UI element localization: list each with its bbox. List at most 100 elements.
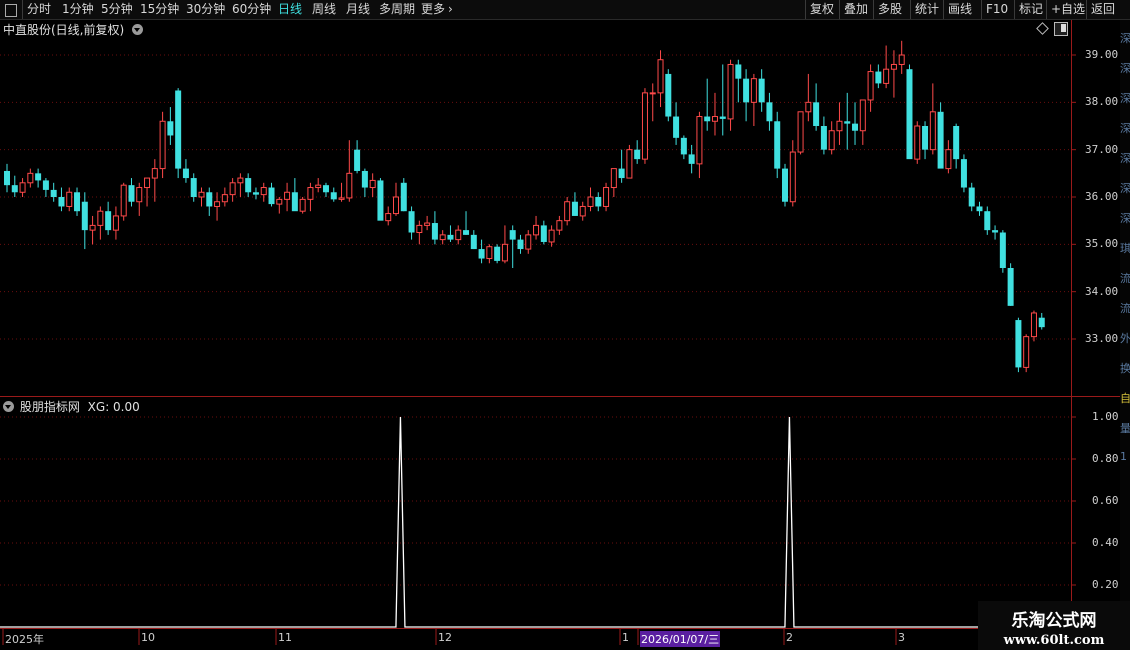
candle-body-up: [424, 222, 431, 226]
side-info-strip: 深深深 深深深 深琪流 流外换 自量1: [1120, 20, 1130, 630]
candle-body-down: [128, 185, 135, 202]
candle-body-down: [463, 230, 470, 235]
toolbar-button-8[interactable]: 返回: [1091, 1, 1115, 18]
candle-body-down: [758, 78, 765, 103]
candle-body-down: [673, 116, 680, 138]
candle-body-up: [439, 234, 446, 241]
crosshair-date-label: 2026/01/07/三: [640, 631, 721, 647]
candle-body-up: [276, 198, 283, 205]
toolbar-button-4[interactable]: 画线: [948, 1, 972, 18]
candle-body-down: [719, 116, 726, 119]
indicator-tick-label: 0.80: [1092, 452, 1119, 465]
candle-body-down: [1015, 320, 1022, 368]
candle-body-down: [766, 102, 773, 122]
candle-body-down: [517, 239, 524, 250]
toolbar-button-2[interactable]: 多股: [878, 1, 902, 18]
candle-body-down: [571, 201, 578, 216]
candle-body-up: [587, 196, 594, 207]
candle-body-up: [828, 130, 835, 151]
toolbar-button-7[interactable]: +自选: [1051, 1, 1085, 18]
toolbar-button-0[interactable]: 复权: [810, 1, 834, 18]
period-tab-0[interactable]: 分时: [27, 1, 51, 18]
date-label: 12: [438, 631, 452, 644]
candle-body-down: [704, 116, 711, 122]
window-toggle-icon[interactable]: [1054, 22, 1068, 36]
candle-body-down: [634, 149, 641, 160]
candle-body-down: [688, 154, 695, 164]
candle-body-up: [66, 191, 73, 207]
candle-body-down: [81, 201, 88, 231]
candle-body-down: [470, 234, 477, 250]
candle-body-down: [813, 102, 820, 126]
candle-body-down: [1007, 268, 1014, 306]
period-tab-4[interactable]: 30分钟: [186, 1, 225, 18]
candle-body-up: [299, 198, 306, 212]
diamond-icon[interactable]: [1036, 22, 1049, 35]
candle-body-up: [657, 59, 664, 94]
candle-body-down: [175, 90, 182, 169]
candle-body-up: [867, 71, 874, 101]
period-tab-1[interactable]: 1分钟: [62, 1, 94, 18]
price-tick-label: 33.00: [1085, 332, 1119, 345]
chevron-down-icon[interactable]: [3, 401, 14, 412]
candle-body-down: [852, 123, 859, 131]
period-tab-8[interactable]: 月线: [346, 1, 370, 18]
candle-body-up: [859, 99, 866, 132]
candle-body-up: [136, 187, 143, 203]
candle-body-up: [501, 243, 508, 262]
candle-body-down: [937, 111, 944, 169]
candle-body-down: [58, 197, 65, 207]
period-tab-3[interactable]: 15分钟: [140, 1, 179, 18]
candle-body-up: [112, 215, 119, 231]
candle-body-down: [182, 168, 189, 179]
candle-body-up: [159, 120, 166, 170]
candle-body-up: [315, 184, 322, 189]
candle-body-down: [875, 71, 882, 84]
candle-body-down: [74, 192, 81, 212]
date-label: 10: [141, 631, 155, 644]
candle-body-up: [883, 68, 890, 84]
candle-body-down: [680, 137, 687, 155]
candle-body-up: [229, 182, 236, 196]
candle-body-down: [400, 182, 407, 212]
candle-body-up: [97, 210, 104, 226]
candle-body-down: [11, 185, 18, 193]
candle-body-up: [890, 63, 897, 70]
candle-body-down: [190, 178, 197, 197]
candle-body-up: [836, 120, 843, 132]
toolbar-button-3[interactable]: 统计: [915, 1, 939, 18]
candle-body-up: [89, 224, 96, 231]
candle-body-down: [999, 232, 1006, 268]
toolbar-button-5[interactable]: F10: [986, 1, 1008, 18]
candle-body-down: [291, 192, 298, 212]
toolbar-button-6[interactable]: 标记: [1019, 1, 1043, 18]
candle-body-up: [805, 101, 812, 113]
candle-body-down: [50, 189, 57, 197]
price-tick-label: 36.00: [1085, 190, 1119, 203]
period-tab-7[interactable]: 周线: [312, 1, 336, 18]
period-tab-5[interactable]: 60分钟: [232, 1, 271, 18]
chevron-down-icon[interactable]: [132, 24, 144, 35]
candle-body-up: [120, 184, 127, 217]
period-tab-6[interactable]: 日线: [278, 1, 302, 18]
toolbar-button-1[interactable]: 叠加: [844, 1, 868, 18]
menu-icon[interactable]: [5, 4, 17, 17]
stock-chart[interactable]: [0, 0, 1130, 650]
candle-body-down: [431, 223, 438, 240]
date-label: 1: [622, 631, 629, 644]
candle-body-down: [743, 78, 750, 103]
date-label: 2: [786, 631, 793, 644]
candle-body-up: [548, 229, 555, 243]
candle-body-down: [1038, 317, 1045, 328]
period-tab-9[interactable]: 多周期: [379, 1, 415, 18]
candle-body-up: [144, 177, 151, 189]
candle-body-down: [618, 168, 625, 179]
candle-body-up: [346, 172, 353, 199]
candle-body-down: [774, 121, 781, 169]
price-panel-title: 中直股份(日线,前复权): [3, 21, 145, 38]
candle-body-down: [968, 187, 975, 207]
period-tab-10[interactable]: 更多 ›: [421, 1, 453, 18]
period-tab-2[interactable]: 5分钟: [101, 1, 133, 18]
price-tick-label: 39.00: [1085, 48, 1119, 61]
candle-body-down: [4, 170, 10, 186]
